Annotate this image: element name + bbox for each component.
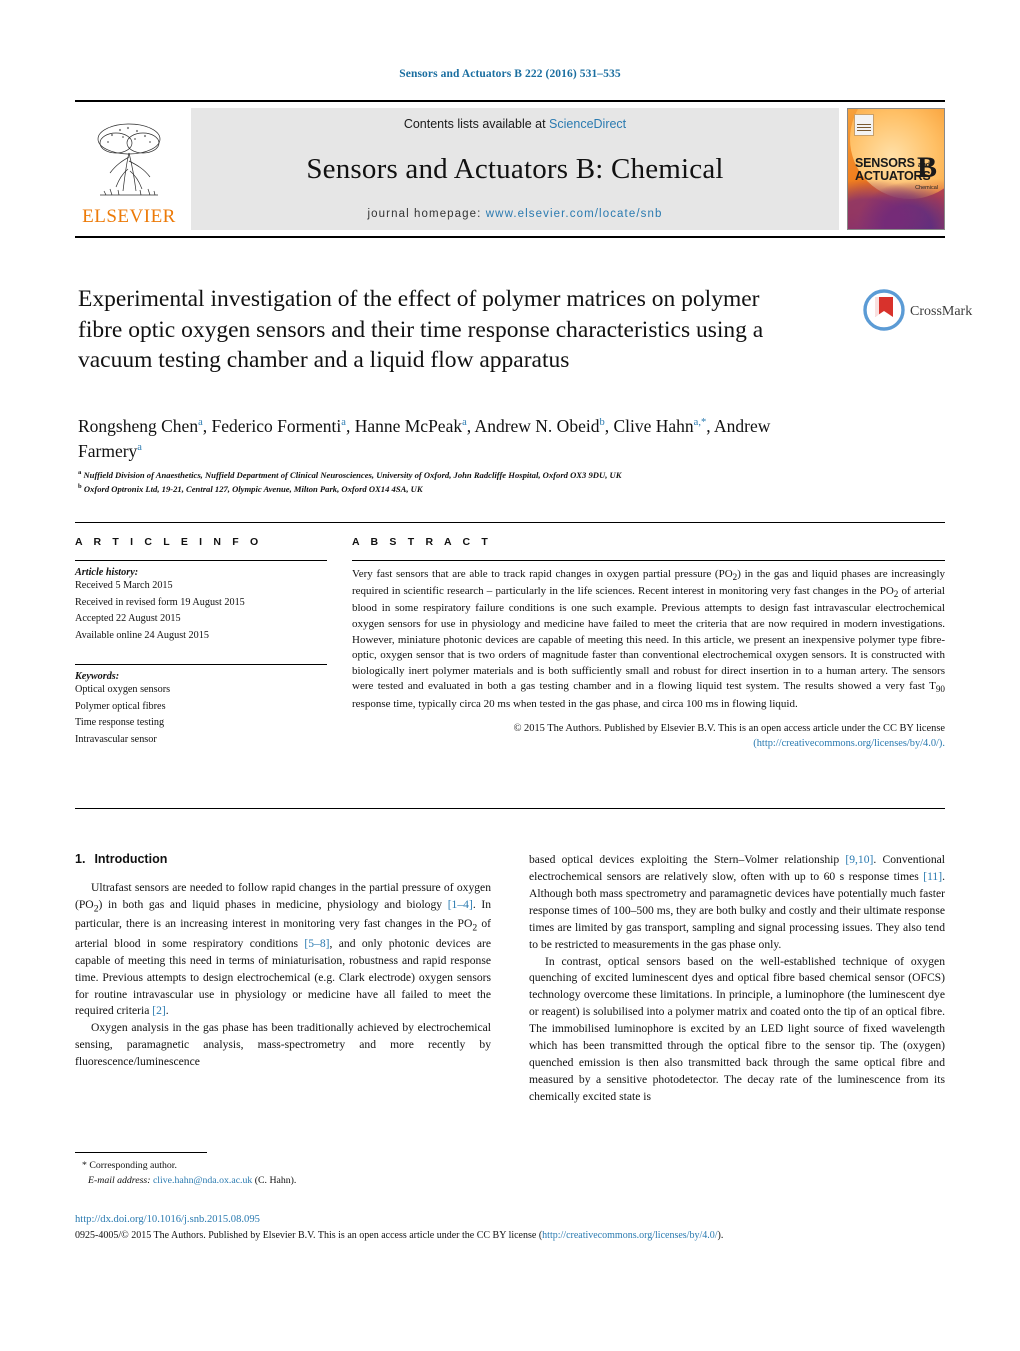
page-footer: http://dx.doi.org/10.1016/j.snb.2015.08.…: [75, 1212, 955, 1243]
keywords-rule: [75, 664, 327, 666]
license-link[interactable]: (http://creativecommons.org/licenses/by/…: [753, 738, 945, 749]
affiliation-marker-b: b: [78, 483, 82, 491]
keyword-item: Time response testing: [75, 717, 165, 729]
affiliation-text-b: Oxford Optronix Ltd, 19-21, Central 127,…: [83, 484, 423, 495]
elsevier-cover-mark: [854, 114, 874, 136]
article-info-rule: [75, 560, 327, 561]
article-info-heading: A R T I C L E I N F O: [75, 536, 263, 548]
keyword-item: Optical oxygen sensors: [75, 684, 171, 696]
keywords-spacer: [75, 644, 327, 664]
article-info-column: A R T I C L E I N F O Article history: R…: [75, 536, 345, 751]
affiliation-marker-a: a: [78, 469, 82, 476]
journal-title: Sensors and Actuators B: Chemical: [306, 153, 724, 185]
title-block: Experimental investigation of the effect…: [78, 284, 778, 376]
email-link[interactable]: clive.hahn@nda.ox.ac.uk: [153, 1175, 252, 1186]
journal-masthead: ELSEVIER Contents lists available at Sci…: [75, 100, 945, 238]
running-head: Sensors and Actuators B 222 (2016) 531–5…: [399, 68, 621, 80]
journal-article-page: Sensors and Actuators B 222 (2016) 531–5…: [0, 0, 1020, 1351]
section-number: 1.: [75, 852, 86, 866]
issn-copyright-line: 0925-4005/© 2015 The Authors. Published …: [75, 1228, 955, 1243]
doi-line[interactable]: http://dx.doi.org/10.1016/j.snb.2015.08.…: [75, 1212, 955, 1228]
affiliation-b: b Oxford Optronix Ltd, 19-21, Central 12…: [78, 482, 878, 496]
cover-subtitle: Chemical: [915, 185, 938, 191]
abstract-rule: [352, 560, 945, 561]
email-label: E-mail address:: [88, 1174, 151, 1186]
journal-homepage-link[interactable]: www.elsevier.com/locate/snb: [486, 208, 663, 220]
abstract-heading: A B S T R A C T: [352, 536, 492, 548]
article-history-accepted: Accepted 22 August 2015: [75, 613, 181, 625]
footnote-marker: *: [82, 1160, 87, 1171]
keyword-item: Intravascular sensor: [75, 733, 157, 745]
paragraph: Ultrafast sensors are needed to follow r…: [75, 881, 492, 1018]
body-column-right: based optical devices exploiting the Ste…: [529, 852, 945, 1106]
author-list: Rongsheng Chena, Federico Formentia, Han…: [78, 416, 771, 461]
affiliation-list: a Nuffield Division of Anaesthetics, Nuf…: [78, 468, 878, 496]
abstract-text: Very fast sensors that are able to track…: [352, 568, 946, 710]
doi-link[interactable]: http://dx.doi.org/10.1016/j.snb.2015.08.…: [75, 1214, 260, 1225]
section-heading-introduction: 1. Introduction: [75, 852, 491, 866]
body-columns: 1. Introduction Ultrafast sensors are nee…: [75, 852, 945, 1106]
keywords-label: Keywords:: [75, 671, 120, 683]
band-bottom-rule: [75, 808, 945, 809]
issn-prefix: 0925-4005/© 2015 The Authors. Published …: [75, 1229, 543, 1241]
affiliation-text-a: Nuffield Division of Anaesthetics, Nuffi…: [83, 469, 622, 480]
footnote-corresponding-text: Corresponding author.: [89, 1160, 177, 1171]
elsevier-tree-logo: [92, 117, 166, 205]
homepage-prefix: journal homepage:: [367, 208, 486, 220]
footnote-corresponding: * Corresponding author.: [75, 1159, 491, 1174]
contents-available-line: Contents lists available at ScienceDirec…: [404, 117, 626, 131]
paragraph: based optical devices exploiting the Ste…: [529, 853, 945, 951]
journal-cover-thumbnail: SENSORS and ACTUATORS B Chemical: [847, 108, 945, 230]
article-history-revised: Received in revised form 19 August 2015: [75, 596, 245, 608]
footnote-email: E-mail address: clive.hahn@nda.ox.ac.uk …: [75, 1174, 491, 1189]
info-abstract-band: A R T I C L E I N F O Article history: R…: [75, 522, 945, 751]
keyword-item: Polymer optical fibres: [75, 700, 166, 712]
article-history-online: Available online 24 August 2015: [75, 629, 209, 641]
section-title: Introduction: [94, 852, 168, 866]
elsevier-logo: ELSEVIER: [75, 108, 183, 230]
body-column-left: 1. Introduction Ultrafast sensors are nee…: [75, 852, 491, 1106]
crossmark-label: CrossMark: [910, 304, 973, 319]
journal-homepage-line: journal homepage: www.elsevier.com/locat…: [368, 208, 663, 220]
contents-prefix: Contents lists available at: [403, 117, 550, 131]
copyright-text: © 2015 The Authors. Published by Elsevie…: [513, 723, 945, 735]
elsevier-wordmark: ELSEVIER: [82, 206, 176, 227]
cover-letter-b: B: [916, 151, 937, 184]
masthead-bottom-rule: [75, 236, 945, 238]
sciencedirect-link[interactable]: ScienceDirect: [549, 117, 626, 131]
issn-suffix: ).: [717, 1229, 724, 1241]
masthead-center-panel: Contents lists available at ScienceDirec…: [191, 108, 839, 230]
email-owner: (C. Hahn).: [254, 1174, 297, 1186]
corresponding-author-footnote: * Corresponding author. E-mail address: …: [75, 1152, 491, 1188]
abstract-column: A B S T R A C T Very fast sensors that a…: [345, 536, 945, 751]
paragraph: Oxygen analysis in the gas phase has bee…: [75, 1021, 491, 1069]
footer-license-link[interactable]: http://creativecommons.org/licenses/by/4…: [542, 1230, 717, 1241]
affiliation-a: a Nuffield Division of Anaesthetics, Nuf…: [78, 468, 878, 482]
footnote-rule: [75, 1152, 207, 1153]
abstract-copyright: © 2015 The Authors. Published by Elsevie…: [352, 721, 945, 751]
article-history-label: Article history:: [75, 567, 139, 578]
crossmark-badge[interactable]: CrossMark: [862, 286, 972, 338]
paragraph: In contrast, optical sensors based on th…: [529, 954, 945, 1103]
page-title: Experimental investigation of the effect…: [78, 286, 764, 374]
article-history-received: Received 5 March 2015: [75, 580, 173, 591]
cover-line1: SENSORS: [855, 156, 915, 170]
crossmark-logo: [862, 288, 906, 337]
